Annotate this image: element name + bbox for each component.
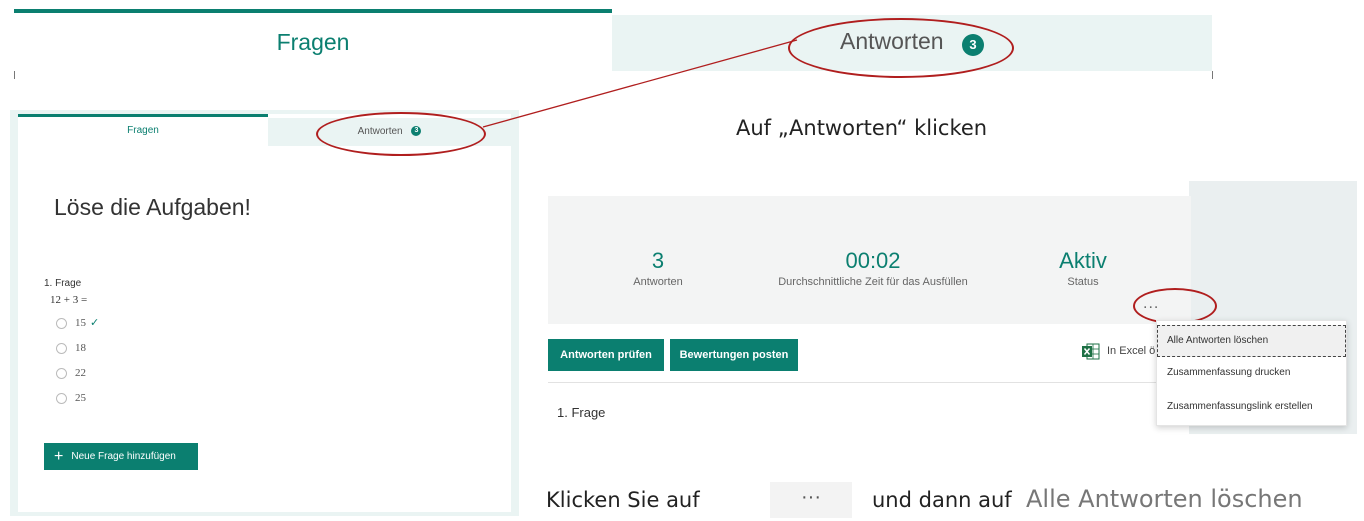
stat-value: 00:02	[845, 248, 901, 273]
post-scores-button[interactable]: Bewertungen posten	[670, 339, 798, 371]
more-options-illustration: ···	[770, 482, 852, 518]
instruction-step-2-prefix: Klicken Sie auf	[546, 488, 700, 512]
callout-line	[482, 39, 798, 128]
divider	[548, 382, 1191, 383]
menu-item-print-summary[interactable]: Zusammenfassung drucken	[1157, 357, 1346, 389]
more-options-menu: Alle Antworten löschen Zusammenfassung d…	[1156, 320, 1347, 426]
stat-value: 3	[651, 248, 665, 273]
highlight-ring-more	[1133, 288, 1217, 324]
stat-label: Antworten	[633, 276, 683, 288]
instruction-step-1: Auf „Antworten“ klicken	[736, 116, 988, 140]
stat-status: Aktiv Status	[1018, 248, 1148, 288]
highlight-ring-antworten	[788, 18, 1014, 78]
stat-value: Aktiv	[1059, 248, 1107, 273]
excel-icon	[1082, 343, 1100, 360]
instruction-step-2-mid: und dann auf	[872, 488, 1012, 512]
stat-label: Durchschnittliche Zeit für das Ausfüllen	[778, 276, 968, 288]
stat-label: Status	[1067, 276, 1099, 288]
highlight-ring-antworten-small	[316, 112, 486, 156]
stat-average-time: 00:02 Durchschnittliche Zeit für das Aus…	[748, 248, 998, 288]
open-in-excel-button[interactable]: In Excel ö	[1107, 345, 1155, 357]
instruction-step-2-command: Alle Antworten löschen	[1026, 485, 1303, 513]
response-question-label: 1. Frage	[557, 405, 606, 420]
review-answers-button[interactable]: Antworten prüfen	[548, 339, 664, 371]
menu-item-create-summary-link[interactable]: Zusammenfassungslink erstellen	[1157, 391, 1346, 423]
menu-item-delete-all-responses[interactable]: Alle Antworten löschen	[1157, 325, 1346, 357]
stat-responses: 3 Antworten	[588, 248, 728, 288]
responses-summary: 3 Antworten 00:02 Durchschnittliche Zeit…	[548, 196, 1191, 324]
